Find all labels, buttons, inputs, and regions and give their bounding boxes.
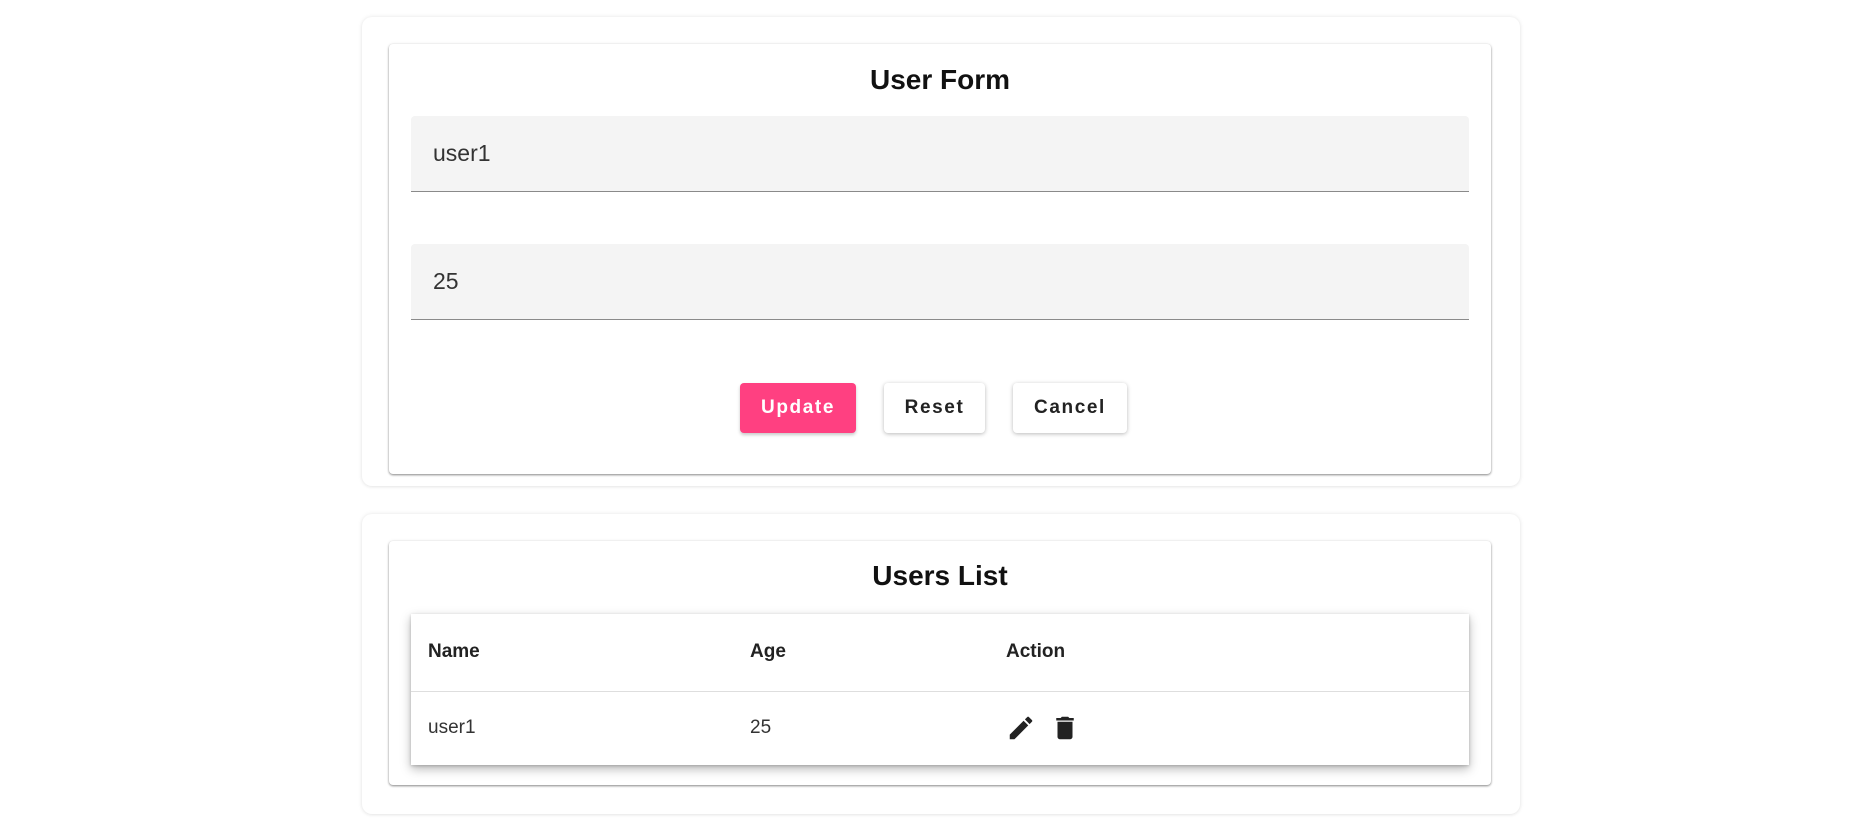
cell-name: user1 — [428, 717, 476, 739]
column-header-action: Action — [989, 614, 1469, 692]
form-actions: Update Reset Cancel — [389, 383, 1491, 433]
cell-age: 25 — [750, 717, 772, 739]
user-form-card: User Form Update Reset Cancel — [389, 44, 1491, 474]
column-header-name: Name — [411, 614, 733, 692]
table-header-row: Name Age Action — [411, 614, 1469, 692]
user-form-panel: User Form Update Reset Cancel — [362, 17, 1520, 486]
reset-button[interactable]: Reset — [884, 383, 985, 433]
name-input[interactable] — [433, 116, 1443, 190]
users-list-panel: Users List Name Age Action user1 25 — [362, 514, 1520, 814]
age-field[interactable] — [411, 244, 1469, 320]
name-field[interactable] — [411, 116, 1469, 192]
users-table: Name Age Action user1 25 — [411, 614, 1469, 765]
cell-actions — [989, 691, 1469, 765]
edit-icon[interactable] — [1006, 713, 1036, 743]
column-header-age: Age — [733, 614, 989, 692]
form-title: User Form — [869, 64, 1011, 95]
cancel-button[interactable]: Cancel — [1013, 383, 1127, 433]
delete-icon[interactable] — [1050, 713, 1080, 743]
table-row: user1 25 — [411, 691, 1469, 765]
list-title: Users List — [872, 560, 1008, 591]
age-input[interactable] — [433, 244, 1443, 318]
users-list-card: Users List Name Age Action user1 25 — [389, 541, 1491, 785]
update-button[interactable]: Update — [740, 383, 856, 433]
